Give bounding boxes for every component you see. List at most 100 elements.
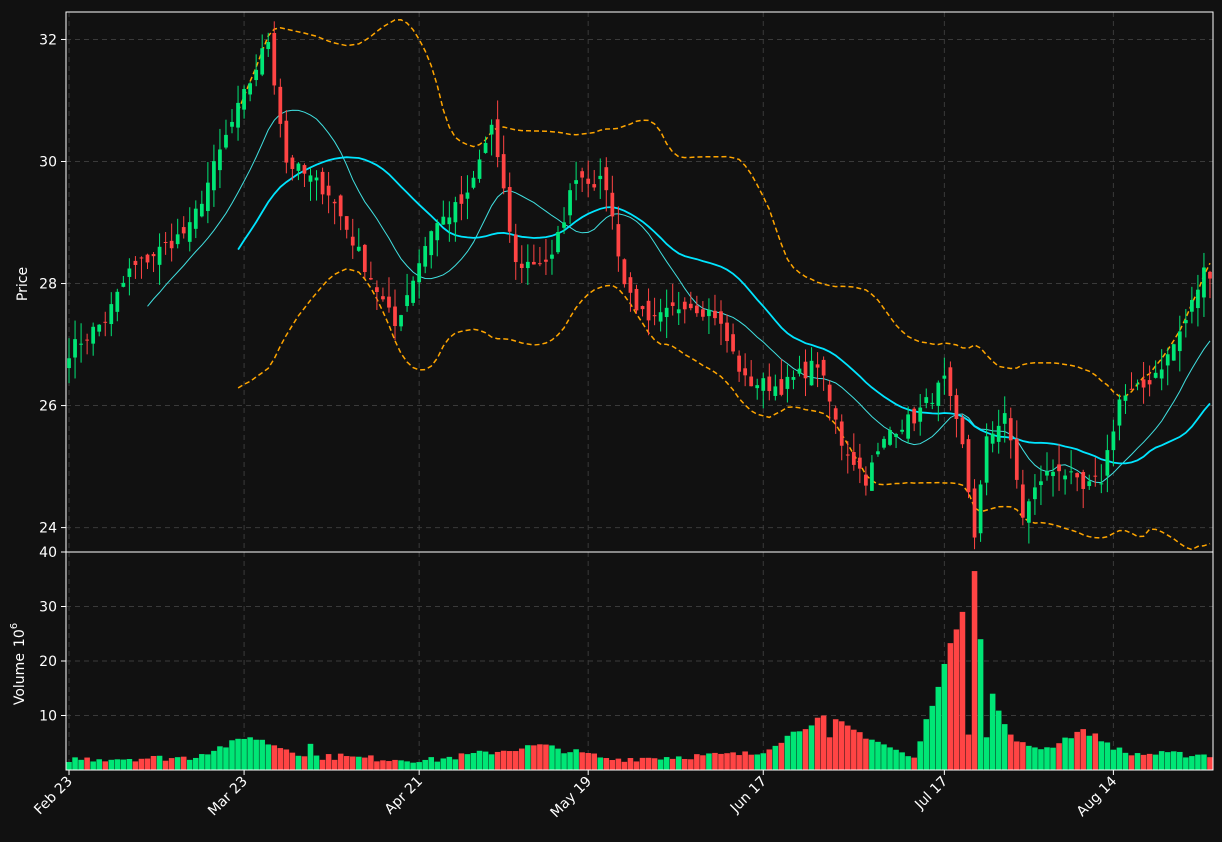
candle-body [199,203,204,217]
candle-body [133,260,138,265]
volume-bar [482,751,489,770]
candle-body [1027,501,1031,523]
volume-bar [464,754,471,770]
volume-bar [844,725,851,770]
volume-bar [132,761,139,770]
volume-bar [108,759,115,770]
volume-bar [102,761,109,770]
candle-body [314,177,319,181]
candle-body [429,231,434,256]
volume-bar [820,715,827,770]
candle-body [254,69,259,81]
volume-bar [458,753,465,770]
candle-body [1135,383,1140,385]
candle-body [115,291,120,312]
volume-bar [748,754,754,770]
candle-body [350,236,355,246]
candle-body [513,234,518,263]
candle-body [193,208,198,229]
volume-bar [875,741,881,770]
volume-bar [537,744,543,770]
volume-bar [760,753,767,770]
volume-bar [706,753,712,770]
volume-bar [72,757,78,770]
candle-body [670,302,675,306]
volume-bar [591,753,598,770]
candle-body [767,376,772,392]
volume-bar [211,750,217,770]
candle-body [688,303,693,309]
candle-body [924,397,929,403]
volume-bar [929,705,936,770]
volume-tick-label: 40 [39,545,57,561]
volume-bar [138,758,145,770]
candle-body [157,246,162,265]
volume-bar [488,754,495,770]
volume-bar [742,751,748,770]
candle-body [1051,471,1055,477]
volume-bar [645,757,652,770]
volume-bar [959,611,966,770]
volume-bar [247,737,253,770]
candle-body [218,149,222,171]
candle-body [375,287,379,293]
volume-bar [386,761,392,770]
candle-body [592,184,597,188]
stock-chart: 242628303210203040 Feb 23 Mar 23 Apr 21 May… [0,0,1222,842]
volume-bar [881,744,887,770]
candle-body [900,429,904,432]
volume-bar [398,760,404,770]
volume-bar [1001,724,1008,770]
candle-body [242,89,246,110]
volume-bar [368,755,374,770]
candle-body [1202,267,1206,298]
volume-bar [688,759,694,770]
volume-bar [712,752,718,770]
candle-body [181,227,186,234]
price-tick-label: 26 [39,399,57,415]
candle-body [779,379,784,395]
volume-bar [1104,742,1111,770]
volume-bar [283,749,290,770]
candle-body [1129,388,1134,390]
candle-body [230,121,234,127]
candle-body [344,216,349,230]
price-tick-label: 32 [39,32,57,48]
volume-bar [1140,754,1147,770]
candle-body [79,343,83,345]
volume-bar [1007,734,1014,770]
candle-body [381,296,385,300]
candle-body [169,240,174,249]
candle-body [719,311,723,324]
candle-body [1069,471,1074,473]
candle-body [990,433,995,444]
volume-bar [380,760,386,770]
volume-bar [416,762,422,770]
candle-body [97,324,102,332]
volume-bar [1152,754,1159,770]
volume-bar [621,761,628,770]
candle-body [966,439,971,493]
candle-body [393,306,397,327]
candle-body [139,257,144,259]
candle-body [471,177,476,188]
candle-body [616,224,621,257]
candle-body [827,384,832,402]
candle-body [1087,481,1092,487]
candle-body [441,216,446,225]
volume-bar [1207,757,1213,770]
candle-body [652,315,657,317]
candle-body [1014,438,1019,480]
candle-body [145,254,150,263]
candle-body [1177,331,1182,352]
volume-bar [724,753,730,770]
candle-body [1002,413,1007,424]
volume-bar [1177,751,1183,770]
candle-body [1123,395,1128,401]
volume-bar [1068,738,1074,770]
volume-bar [651,758,658,770]
candle-body [284,120,289,163]
volume-bar [343,756,350,770]
candle-body [163,241,168,243]
volume-bar [1086,735,1093,770]
